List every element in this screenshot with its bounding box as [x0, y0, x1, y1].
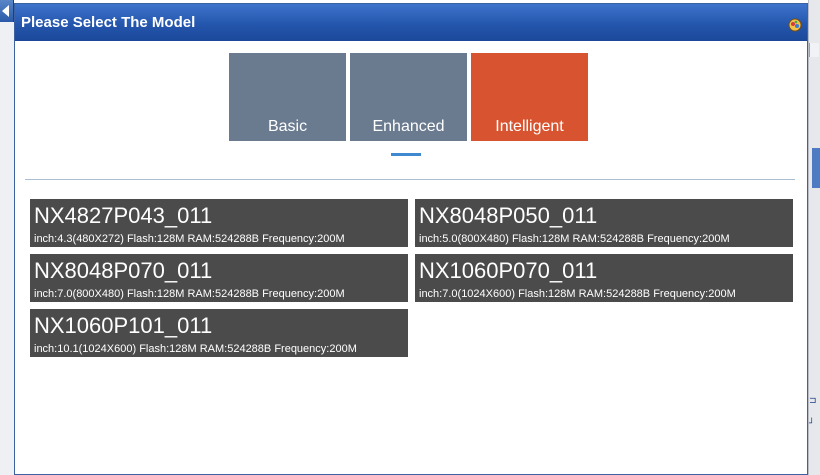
model-name: NX8048P050_011	[419, 203, 598, 228]
model-spec: inch:5.0(800X480) Flash:128M RAM:524288B…	[419, 233, 730, 245]
background-app-right-edge: ⊐ ┘	[808, 0, 820, 475]
scroll-handle[interactable]	[809, 43, 819, 57]
model-card-nx1060p101[interactable]: NX1060P101_011 inch:10.1(1024X600) Flash…	[30, 309, 408, 357]
model-spec: inch:7.0(1024X600) Flash:128M RAM:524288…	[419, 288, 736, 300]
model-card-nx4827p043[interactable]: NX4827P043_011 inch:4.3(480X272) Flash:1…	[30, 199, 408, 247]
dialog-title: Please Select The Model	[21, 14, 196, 31]
model-name: NX1060P101_011	[34, 313, 213, 338]
model-card-nx8048p070[interactable]: NX8048P070_011 inch:7.0(800X480) Flash:1…	[30, 254, 408, 302]
model-card-nx8048p050[interactable]: NX8048P050_011 inch:5.0(800X480) Flash:1…	[415, 199, 793, 247]
background-highlight	[812, 148, 820, 188]
pin-icon[interactable]: ⊐	[809, 395, 819, 407]
model-name: NX8048P070_011	[34, 258, 213, 283]
tab-intelligent[interactable]: Intelligent	[471, 53, 588, 141]
tab-enhanced[interactable]: Enhanced	[350, 53, 467, 141]
tab-indicator	[391, 153, 421, 156]
model-name: NX1060P070_011	[419, 258, 598, 283]
model-spec: inch:10.1(1024X600) Flash:128M RAM:52428…	[34, 343, 357, 355]
model-name: NX4827P043_011	[34, 203, 213, 228]
model-spec: inch:4.3(480X272) Flash:128M RAM:524288B…	[34, 233, 345, 245]
arrow-left-icon	[2, 5, 9, 17]
dialog-titlebar[interactable]: Please Select The Model	[15, 4, 807, 41]
background-app-left-edge	[0, 0, 14, 475]
tab-label: Enhanced	[372, 118, 445, 135]
divider	[25, 179, 795, 180]
tab-label: Basic	[267, 118, 308, 135]
app-icon[interactable]	[788, 18, 802, 32]
select-model-dialog: Please Select The Model Basic Enhanced I…	[14, 3, 808, 475]
model-spec: inch:7.0(800X480) Flash:128M RAM:524288B…	[34, 288, 345, 300]
tab-label: Intelligent	[495, 118, 564, 135]
model-card-nx1060p070[interactable]: NX1060P070_011 inch:7.0(1024X600) Flash:…	[415, 254, 793, 302]
tab-basic[interactable]: Basic	[229, 53, 346, 141]
tick-icon: ┘	[809, 419, 815, 429]
collapse-panel-tab[interactable]	[0, 0, 14, 22]
